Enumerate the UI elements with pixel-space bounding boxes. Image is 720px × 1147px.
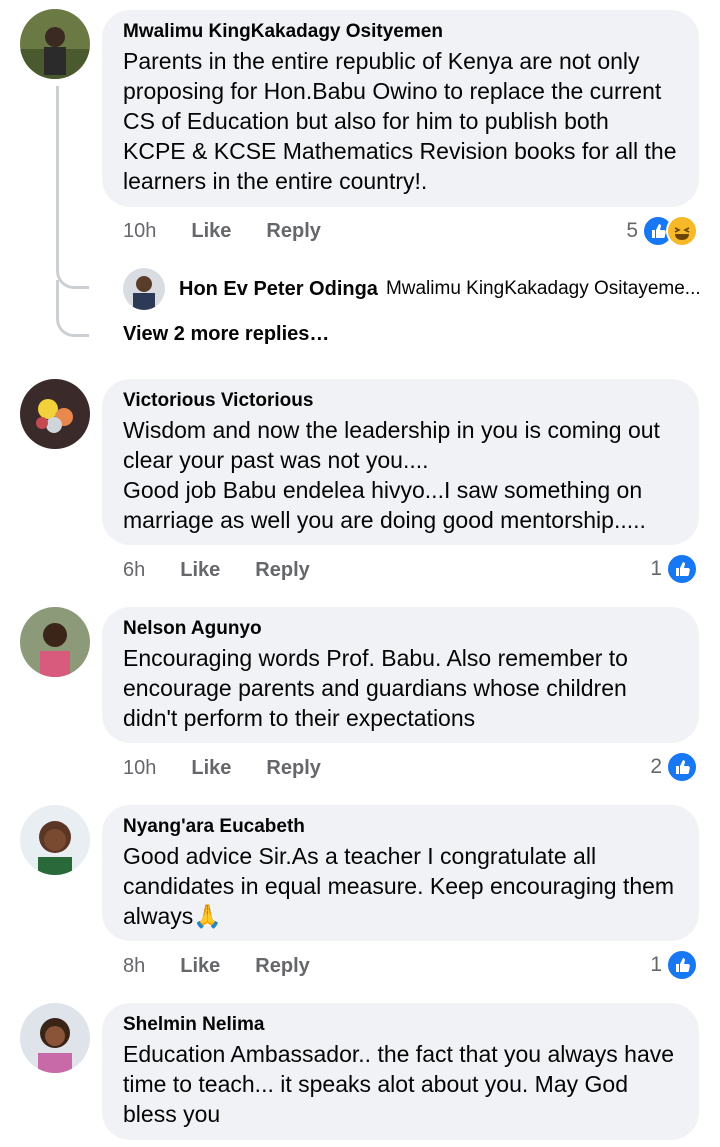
like-button[interactable]: Like — [191, 757, 231, 780]
reply-author[interactable]: Hon Ev Peter Odinga — [179, 278, 378, 301]
comment-author[interactable]: Shelmin Nelima — [123, 1013, 677, 1037]
comment-text: Education Ambassador.. the fact that you… — [123, 1041, 675, 1127]
reply-button[interactable]: Reply — [255, 559, 309, 582]
comment-author[interactable]: Nelson Agunyo — [123, 617, 677, 641]
comment-time[interactable]: 8h — [123, 955, 145, 978]
reaction-summary[interactable]: 1 — [650, 553, 698, 585]
comment-bubble: Shelmin Nelima Education Ambassador.. th… — [102, 1003, 699, 1140]
reaction-count: 2 — [650, 755, 662, 778]
view-more-replies[interactable]: View 2 more replies… — [123, 323, 329, 346]
reaction-summary[interactable]: 5 — [626, 215, 698, 247]
avatar[interactable] — [20, 379, 90, 449]
reply-preview[interactable]: Hon Ev Peter Odinga Mwalimu KingKakadagy… — [123, 268, 703, 310]
comment-text: Good advice Sir.As a teacher I congratul… — [123, 843, 675, 929]
avatar[interactable] — [123, 268, 165, 310]
like-icon — [666, 949, 698, 981]
like-button[interactable]: Like — [180, 955, 220, 978]
avatar[interactable] — [20, 607, 90, 677]
avatar[interactable] — [20, 805, 90, 875]
comment-time[interactable]: 10h — [123, 757, 156, 780]
comment-actions: 6h Like Reply — [123, 559, 310, 582]
reply-button[interactable]: Reply — [266, 757, 320, 780]
comment-bubble: Mwalimu KingKakadagy Osityemen Parents i… — [102, 10, 699, 207]
reaction-summary[interactable]: 1 — [650, 949, 698, 981]
reply-button[interactable]: Reply — [255, 955, 309, 978]
comment-author[interactable]: Mwalimu KingKakadagy Osityemen — [123, 20, 677, 44]
reply-button[interactable]: Reply — [266, 220, 320, 243]
comment-time[interactable]: 6h — [123, 559, 145, 582]
comment-actions: 8h Like Reply — [123, 955, 310, 978]
avatar[interactable] — [20, 1003, 90, 1073]
comment-text: Wisdom and now the leadership in you is … — [123, 417, 660, 533]
avatar[interactable] — [20, 9, 90, 79]
reaction-count: 5 — [626, 219, 638, 242]
comment-bubble: Nelson Agunyo Encouraging words Prof. Ba… — [102, 607, 699, 743]
thread-line — [56, 86, 89, 289]
comment-bubble: Nyang'ara Eucabeth Good advice Sir.As a … — [102, 805, 699, 941]
reply-text: Mwalimu KingKakadagy Ositayeme... — [385, 278, 701, 299]
comment-text: Parents in the entire republic of Kenya … — [123, 48, 677, 194]
comment-actions: 10h Like Reply — [123, 757, 321, 780]
comment-text: Encouraging words Prof. Babu. Also remem… — [123, 645, 628, 731]
comment-author[interactable]: Nyang'ara Eucabeth — [123, 815, 677, 839]
like-button[interactable]: Like — [191, 220, 231, 243]
like-icon — [666, 751, 698, 783]
reaction-summary[interactable]: 2 — [650, 751, 698, 783]
reaction-count: 1 — [650, 953, 662, 976]
thread-line — [56, 280, 89, 337]
reaction-count: 1 — [650, 557, 662, 580]
haha-icon — [666, 215, 698, 247]
like-button[interactable]: Like — [180, 559, 220, 582]
comment-author[interactable]: Victorious Victorious — [123, 389, 677, 413]
like-icon — [666, 553, 698, 585]
comment-bubble: Victorious Victorious Wisdom and now the… — [102, 379, 699, 545]
comment-actions: 10h Like Reply — [123, 220, 321, 243]
comment-time[interactable]: 10h — [123, 220, 156, 243]
